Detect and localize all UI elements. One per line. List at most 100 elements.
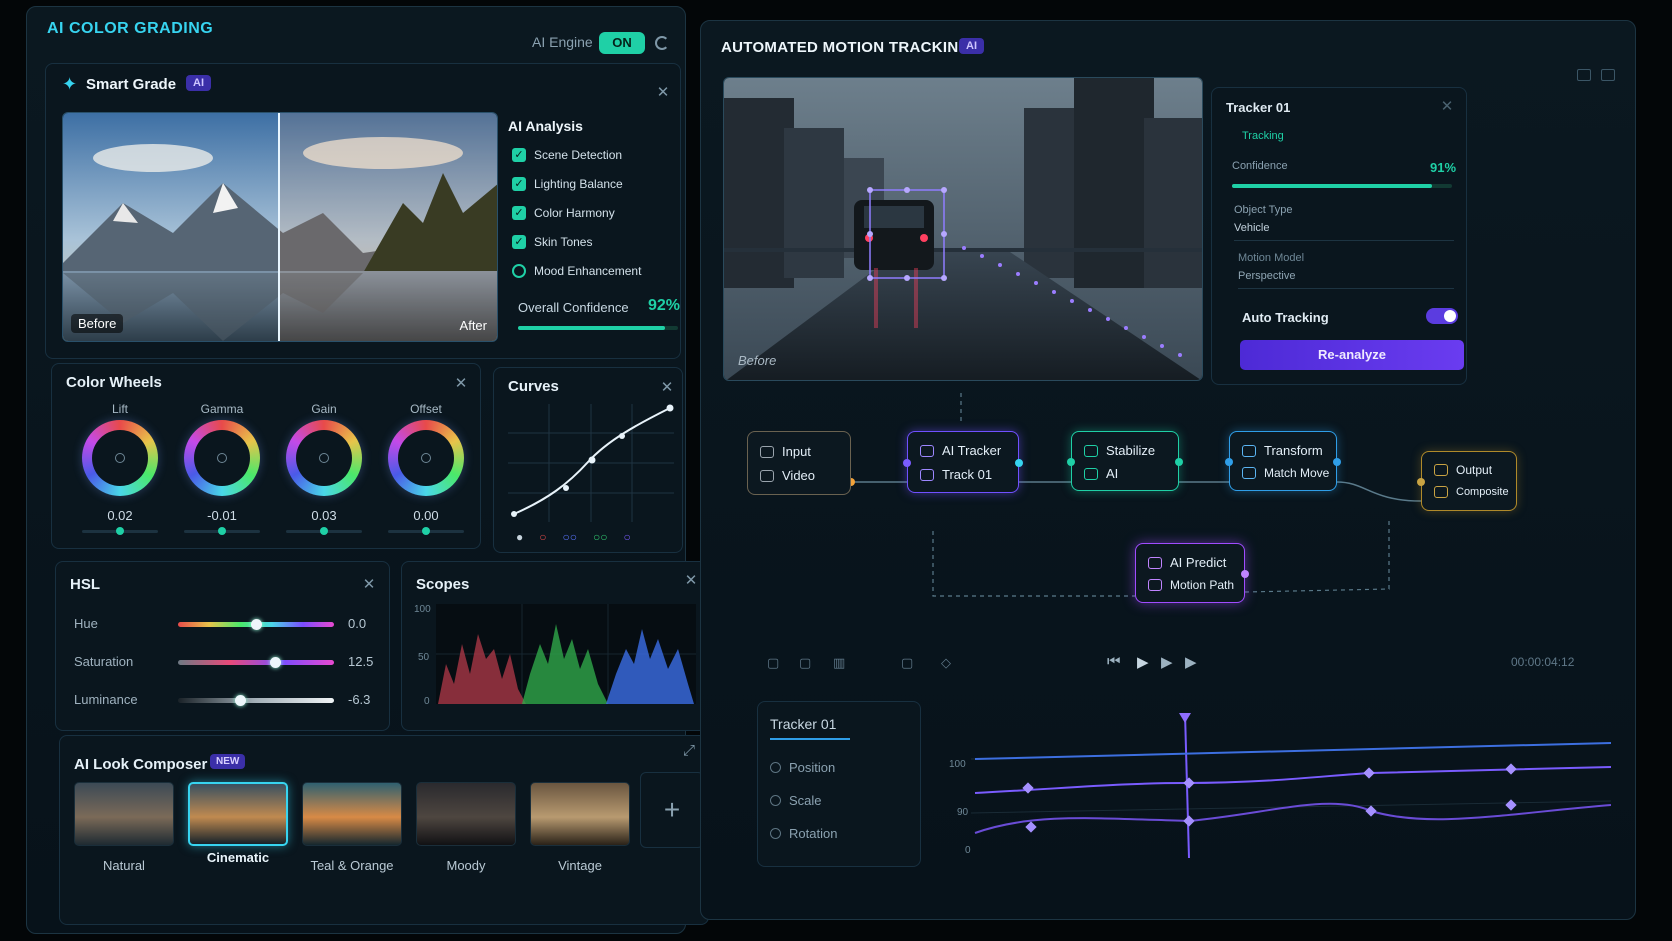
close-icon[interactable]: ✕: [454, 376, 468, 391]
tracking-video[interactable]: Before: [723, 77, 1203, 381]
plus-icon[interactable]: +: [640, 772, 704, 848]
analysis-item[interactable]: ✓ Color Harmony: [512, 206, 662, 224]
timeline-param[interactable]: Position: [770, 760, 835, 775]
wheel-puck[interactable]: [217, 453, 227, 463]
keyframe-icon[interactable]: ◇: [941, 655, 951, 671]
motion-model-select[interactable]: Perspective: [1238, 270, 1454, 289]
curve-channel-selector[interactable]: ● ○ ○○ ○○ ○: [516, 530, 631, 544]
slider-knob[interactable]: [269, 657, 281, 668]
color-wheel-gamma[interactable]: Gamma -0.01: [180, 402, 264, 542]
port-in[interactable]: [903, 459, 911, 467]
before-after-preview[interactable]: Before After: [62, 112, 498, 342]
look-thumbnail[interactable]: [416, 782, 516, 846]
object-type-select[interactable]: Vehicle: [1234, 222, 1454, 241]
node-stabilize-subtitle: AI: [1106, 466, 1119, 481]
close-icon[interactable]: ✕: [660, 380, 674, 395]
color-wheel-gain[interactable]: Gain 0.03: [282, 402, 366, 542]
stabilize-icon: [1084, 444, 1098, 457]
wheel-slider-knob[interactable]: [422, 527, 430, 535]
expand-icon[interactable]: [1601, 69, 1615, 81]
auto-tracking-toggle[interactable]: [1426, 308, 1458, 324]
look-thumbnail[interactable]: [188, 782, 288, 846]
node-output-subtitle: Composite: [1456, 486, 1509, 498]
right-panel-title: AUTOMATED MOTION TRACKING: [721, 39, 971, 56]
close-icon[interactable]: ✕: [684, 573, 698, 588]
split-icon[interactable]: ▥: [833, 655, 845, 671]
port-out[interactable]: [1015, 459, 1023, 467]
timeline-param[interactable]: Rotation: [770, 826, 837, 841]
window-icon[interactable]: [1577, 69, 1591, 81]
skip-start-icon[interactable]: ⏮: [1107, 653, 1121, 670]
port-out[interactable]: [1333, 458, 1341, 466]
checkbox-checked-icon[interactable]: ✓: [512, 177, 526, 191]
luma-channel-icon[interactable]: ●: [516, 530, 523, 544]
slider-knob[interactable]: [235, 695, 247, 706]
blue-channel-icon[interactable]: ○○: [563, 530, 578, 544]
play-forward-icon[interactable]: ▶: [1161, 653, 1173, 671]
timeline-track-list: Tracker 01 Position Scale Rotation: [757, 701, 921, 867]
checkbox-checked-icon[interactable]: ✓: [512, 235, 526, 249]
hsl-slider-saturation[interactable]: [178, 660, 334, 665]
keyframe-graph[interactable]: 100 90 0: [931, 693, 1621, 873]
look-label: Vintage: [558, 858, 602, 873]
look-thumbnail[interactable]: [302, 782, 402, 846]
wheel-slider-knob[interactable]: [116, 527, 124, 535]
checkbox-checked-icon[interactable]: ✓: [512, 148, 526, 162]
port-out[interactable]: [1241, 570, 1249, 578]
close-icon[interactable]: ✕: [656, 85, 670, 100]
node-transform[interactable]: Transform Match Move: [1225, 431, 1341, 491]
curves-card: Curves ✕ ● ○ ○○ ○○ ○: [493, 367, 683, 553]
motion-model-label: Motion Model: [1238, 252, 1305, 264]
auto-tracking-label: Auto Tracking: [1242, 310, 1329, 325]
color-wheel-offset[interactable]: Offset 0.00: [384, 402, 468, 542]
port-in[interactable]: [1067, 458, 1075, 466]
wheel-puck[interactable]: [115, 453, 125, 463]
wheel-slider-knob[interactable]: [320, 527, 328, 535]
port-in[interactable]: [1417, 478, 1425, 486]
tracker-icon: [920, 444, 934, 457]
purple-channel-icon[interactable]: ○: [624, 530, 631, 544]
timeline-param[interactable]: Scale: [770, 793, 822, 808]
close-icon[interactable]: ✕: [1440, 99, 1454, 114]
port-out[interactable]: [1175, 458, 1183, 466]
refresh-icon[interactable]: [655, 36, 669, 50]
engine-toggle[interactable]: ON: [599, 32, 645, 54]
analysis-item[interactable]: ✓ Lighting Balance: [512, 177, 662, 195]
analysis-item[interactable]: Mood Enhancement: [512, 264, 662, 282]
node-ai-tracker[interactable]: AI Tracker Track 01: [903, 431, 1023, 493]
green-channel-icon[interactable]: ○○: [593, 530, 608, 544]
node-input[interactable]: Input Video: [747, 431, 851, 495]
look-thumbnail[interactable]: [74, 782, 174, 846]
step-forward-icon[interactable]: ▶: [1185, 653, 1197, 671]
param-icon: [770, 828, 781, 839]
wheel-puck[interactable]: [319, 453, 329, 463]
wheel-puck[interactable]: [421, 453, 431, 463]
curve-graph[interactable]: [508, 404, 674, 522]
analysis-item[interactable]: ✓ Scene Detection: [512, 148, 662, 166]
play-icon[interactable]: ▶: [1137, 653, 1149, 671]
node-stabilize[interactable]: Stabilize AI: [1067, 431, 1183, 491]
checkbox-checked-icon[interactable]: ✓: [512, 206, 526, 220]
collapse-icon[interactable]: ⤢: [682, 743, 696, 758]
node-output[interactable]: Output Composite: [1417, 451, 1517, 511]
look-thumbnail[interactable]: [530, 782, 630, 846]
crop-icon[interactable]: ▢: [767, 655, 779, 671]
reanalyze-button[interactable]: Re-analyze: [1240, 340, 1464, 370]
slider-knob[interactable]: [251, 619, 262, 630]
analysis-item[interactable]: ✓ Skin Tones: [512, 235, 662, 253]
hsl-label: Hue: [74, 616, 98, 631]
hsl-slider-luminance[interactable]: [178, 698, 334, 703]
ai-analysis-section: AI Analysis ✓ Scene Detection ✓ Lighting Ba…: [508, 112, 680, 342]
close-icon[interactable]: ✕: [362, 577, 376, 592]
loading-spinner-icon[interactable]: [512, 264, 526, 278]
node-ai-predict[interactable]: AI Predict Motion Path: [1135, 543, 1249, 603]
color-wheel-lift[interactable]: Lift 0.02: [78, 402, 162, 542]
after-label: After: [459, 318, 487, 333]
frame-icon[interactable]: ▢: [799, 655, 811, 671]
wheel-slider-knob[interactable]: [218, 527, 226, 535]
mask-icon[interactable]: ▢: [901, 655, 913, 671]
red-channel-icon[interactable]: ○: [539, 530, 546, 544]
color-wheels-title: Color Wheels: [66, 374, 162, 391]
before-label: Before: [71, 314, 124, 333]
port-in[interactable]: [1225, 458, 1233, 466]
